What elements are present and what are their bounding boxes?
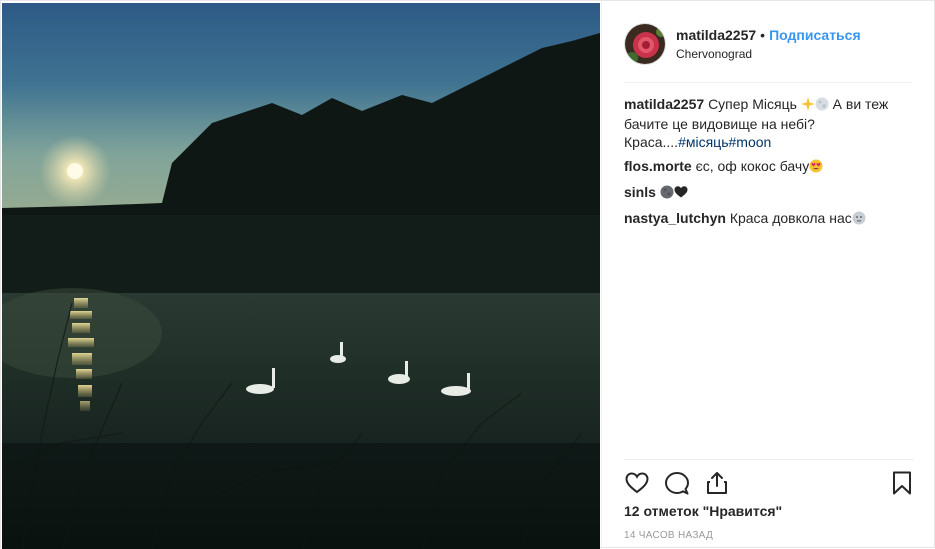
comment-username[interactable]: sinls: [624, 184, 656, 200]
post-location[interactable]: Chervonograd: [676, 47, 752, 61]
author-username[interactable]: matilda2257: [676, 27, 756, 43]
post-timestamp[interactable]: 14 часов назад: [624, 530, 713, 541]
header-line: matilda2257 • Подписаться: [676, 27, 861, 43]
caption: matilda2257 Супер Місяць А ви теж бачите…: [624, 95, 914, 151]
comments-list: matilda2257 Супер Місяць А ви теж бачите…: [624, 95, 914, 235]
avatar-image: [625, 24, 665, 64]
comment-text: єс, оф кокос бачу: [695, 158, 810, 174]
likes-count[interactable]: 12 отметок "Нравится": [624, 503, 782, 519]
night-lake-swans-image: [2, 3, 600, 549]
comment-text: Краса довкола нас: [729, 210, 852, 226]
moon-face-icon: [852, 211, 866, 229]
caption-username[interactable]: matilda2257: [624, 96, 704, 112]
comment-username[interactable]: nastya_lutchyn: [624, 210, 726, 226]
comment: nastya_lutchyn Краса довкола нас: [624, 209, 914, 229]
post-photo[interactable]: [2, 3, 600, 549]
follow-button[interactable]: Подписаться: [769, 27, 861, 43]
comment-username[interactable]: flos.morte: [624, 158, 692, 174]
hashtag-link[interactable]: #місяць: [678, 134, 728, 150]
heart-eyes-icon: [809, 159, 823, 177]
share-icon[interactable]: [704, 470, 730, 496]
new-moon-icon: [660, 185, 674, 203]
post-header: matilda2257 • Подписаться Chervonograd: [624, 21, 912, 83]
header-separator: •: [760, 27, 766, 43]
comment-icon[interactable]: [664, 470, 690, 496]
action-bar: [624, 459, 914, 499]
sparkles-icon: [800, 97, 815, 115]
caption-text: Супер Місяць: [708, 96, 797, 112]
instagram-post: matilda2257 • Подписаться Chervonograd mat…: [0, 0, 935, 549]
heart-icon[interactable]: [624, 470, 650, 496]
comment: sinls: [624, 183, 914, 203]
avatar[interactable]: [624, 23, 666, 65]
full-moon-icon: [815, 97, 829, 115]
post-sidebar: matilda2257 • Подписаться Chervonograd mat…: [601, 1, 935, 549]
comment: flos.morte єс, оф кокос бачу: [624, 157, 914, 177]
hashtag-link[interactable]: #moon: [729, 134, 772, 150]
black-heart-icon: [674, 185, 688, 203]
bookmark-icon[interactable]: [889, 470, 915, 496]
